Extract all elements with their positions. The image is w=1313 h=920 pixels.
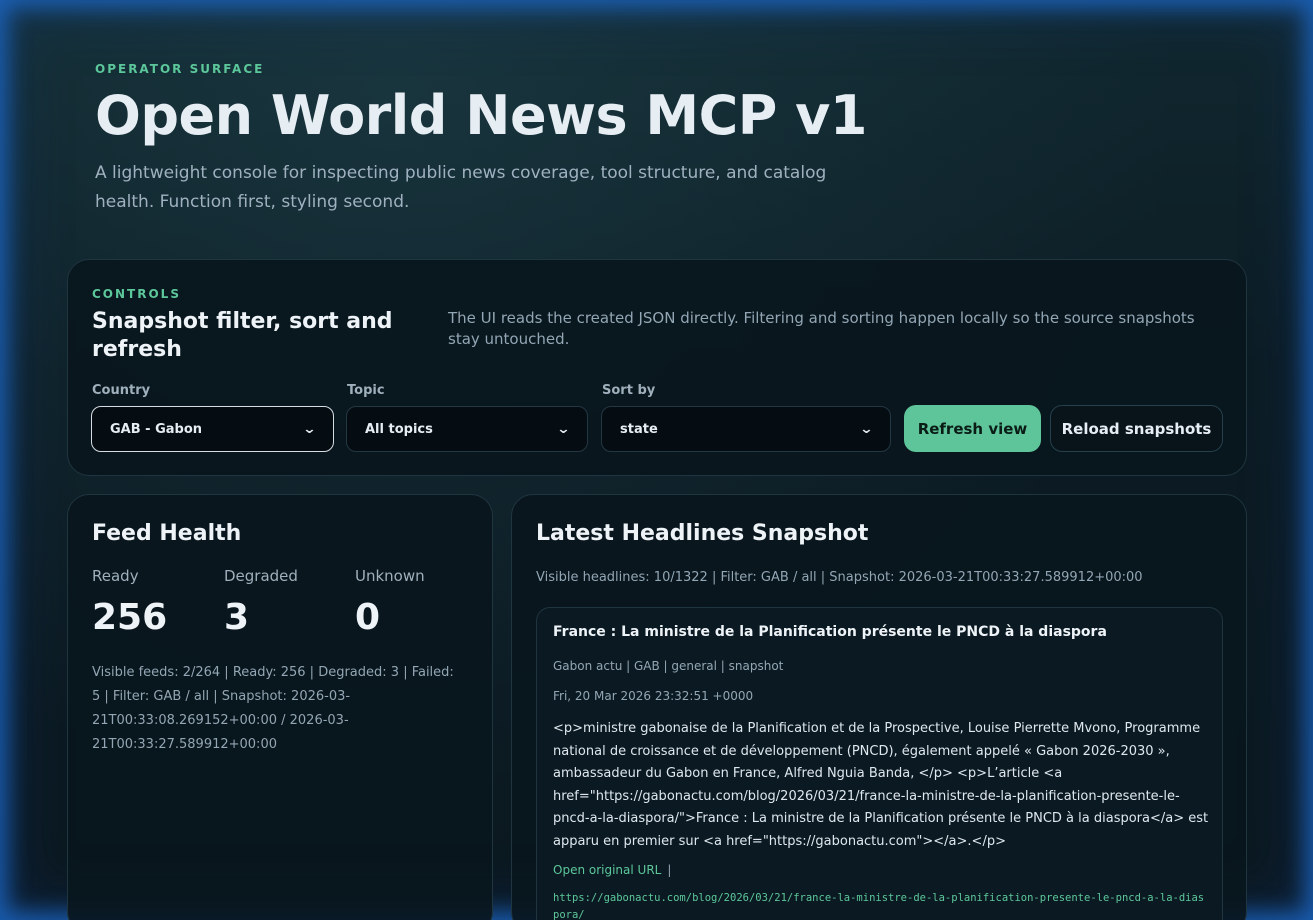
controls-note: The UI reads the created JSON directly. … xyxy=(448,309,1195,348)
hero: OPERATOR SURFACE Open World News MCP v1 … xyxy=(95,62,995,217)
stat-label: Degraded xyxy=(224,567,298,585)
country-label: Country xyxy=(92,383,151,398)
chevron-down-icon: ⌄ xyxy=(859,421,874,437)
stat-label: Unknown xyxy=(355,567,425,585)
headlines-title: Latest Headlines Snapshot xyxy=(536,521,869,546)
refresh-view-button[interactable]: Refresh view xyxy=(904,405,1041,452)
chevron-down-icon: ⌄ xyxy=(302,421,317,437)
feed-health-title: Feed Health xyxy=(92,521,242,546)
chevron-down-icon: ⌄ xyxy=(556,421,571,437)
stat-value: 3 xyxy=(224,597,250,638)
headline-card: France : La ministre de la Planification… xyxy=(536,607,1223,920)
headline-date: Fri, 20 Mar 2026 23:32:51 +0000 xyxy=(553,689,754,703)
stat-degraded: Degraded 3 xyxy=(224,567,344,638)
sort-label: Sort by xyxy=(602,383,656,398)
open-original-url-link[interactable]: Open original URL xyxy=(553,863,661,877)
topic-label: Topic xyxy=(347,383,385,398)
headline-url[interactable]: https://gabonactu.com/blog/2026/03/21/fr… xyxy=(553,890,1208,920)
headlines-meta: Visible headlines: 10/1322 | Filter: GAB… xyxy=(536,570,1143,585)
stat-unknown: Unknown 0 xyxy=(355,567,475,638)
headline-title: France : La ministre de la Planification… xyxy=(553,624,1107,640)
sort-select-value: state xyxy=(620,421,658,437)
feed-health-meta: Visible feeds: 2/264 | Ready: 256 | Degr… xyxy=(92,665,454,752)
hero-eyebrow: OPERATOR SURFACE xyxy=(95,62,265,76)
page-title: Open World News MCP v1 xyxy=(95,84,867,147)
headline-summary: <p>ministre gabonaise de la Planificatio… xyxy=(553,721,1209,849)
country-select[interactable]: GAB - Gabon ⌄ xyxy=(91,406,334,452)
headline-link-row: Open original URL | xyxy=(553,863,671,877)
country-select-value: GAB - Gabon xyxy=(110,421,203,437)
topic-select-value: All topics xyxy=(365,421,433,437)
controls-panel: CONTROLS Snapshot filter, sort and refre… xyxy=(67,259,1247,476)
stat-ready: Ready 256 xyxy=(92,567,212,638)
headlines-panel: Latest Headlines Snapshot Visible headli… xyxy=(511,494,1247,920)
hero-subtitle: A lightweight console for inspecting pub… xyxy=(95,163,827,212)
controls-title: Snapshot filter, sort and refresh xyxy=(92,309,393,362)
reload-snapshots-button[interactable]: Reload snapshots xyxy=(1050,405,1223,452)
headline-source: Gabon actu | GAB | general | snapshot xyxy=(553,659,784,673)
topic-select[interactable]: All topics ⌄ xyxy=(346,406,588,452)
stat-value: 0 xyxy=(355,597,381,638)
stat-value: 256 xyxy=(92,597,168,638)
stat-label: Ready xyxy=(92,567,139,585)
link-separator: | xyxy=(667,863,672,877)
feed-health-panel: Feed Health Ready 256 Degraded 3 Unknown… xyxy=(67,494,493,920)
sort-select[interactable]: state ⌄ xyxy=(601,406,891,452)
controls-eyebrow: CONTROLS xyxy=(92,287,181,301)
